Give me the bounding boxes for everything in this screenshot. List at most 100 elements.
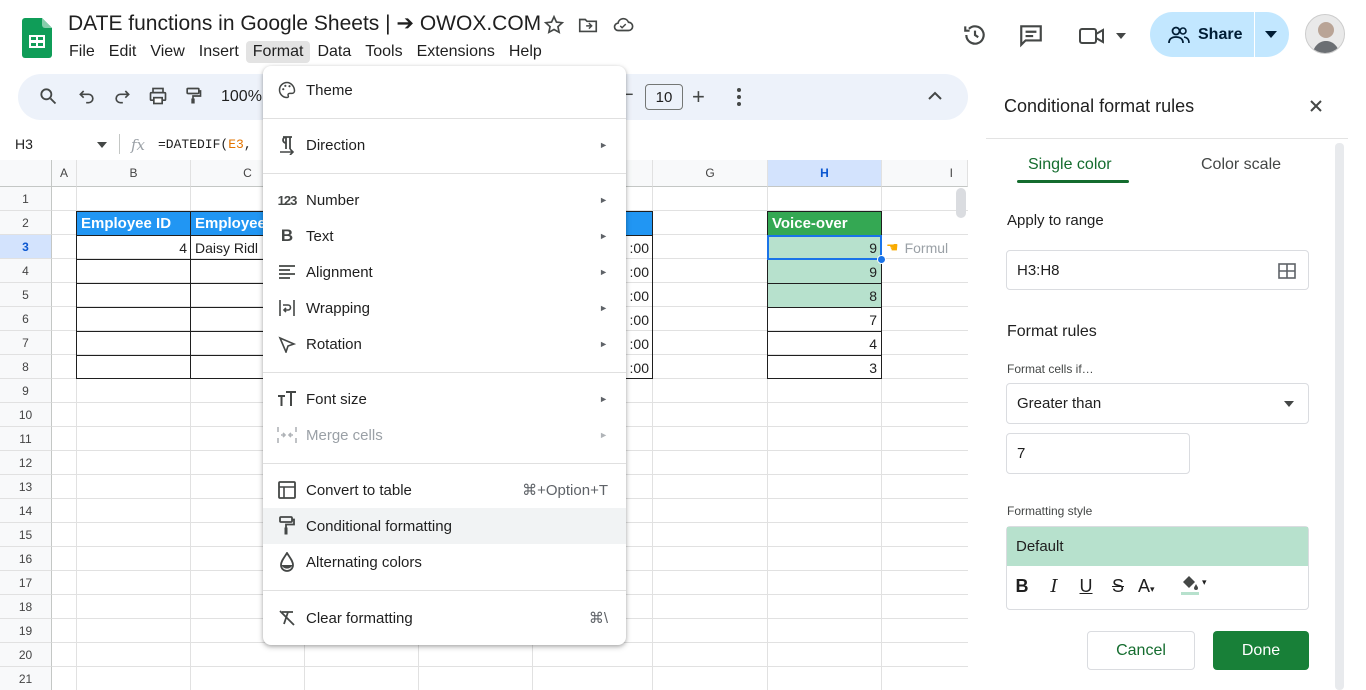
menu-item-font-size[interactable]: Font size ► <box>263 381 626 417</box>
panel-scrollbar[interactable] <box>1335 143 1344 690</box>
row-header[interactable]: 13 <box>0 475 52 499</box>
cell-h2[interactable]: Voice-over <box>767 211 882 236</box>
cell-b3[interactable]: 4 <box>76 236 191 259</box>
star-icon[interactable] <box>543 14 565 36</box>
fill-color-icon[interactable]: ▾ <box>1180 573 1216 600</box>
share-dropdown-icon[interactable] <box>1265 31 1277 38</box>
menu-item-number[interactable]: 123 Number ► <box>263 182 626 218</box>
active-cell-h3[interactable] <box>767 235 882 260</box>
formula-suggestion-hint[interactable]: ☚ Formul <box>886 239 948 256</box>
row-header[interactable]: 14 <box>0 499 52 523</box>
increase-font-size-button[interactable]: + <box>692 84 705 110</box>
bold-icon[interactable]: B <box>1010 576 1034 597</box>
row-header[interactable]: 16 <box>0 547 52 571</box>
menu-item-rotation[interactable]: Rotation ► <box>263 326 626 362</box>
cancel-button[interactable]: Cancel <box>1087 631 1195 670</box>
column-header-i[interactable]: I <box>882 160 968 187</box>
row-header[interactable]: 3 <box>0 235 52 259</box>
cell-b2[interactable]: Employee ID <box>76 211 191 236</box>
menu-item-clear-formatting[interactable]: Clear formatting ⌘\ <box>263 600 626 636</box>
fill-handle[interactable] <box>877 255 886 264</box>
menu-help[interactable]: Help <box>502 41 549 63</box>
search-menus-icon[interactable] <box>38 86 58 106</box>
row-header[interactable]: 6 <box>0 307 52 331</box>
cell-h-value[interactable]: 4 <box>768 332 881 355</box>
row-header[interactable]: 8 <box>0 355 52 379</box>
grid-scrollbar[interactable] <box>956 188 966 218</box>
font-size-input[interactable]: 10 <box>645 84 683 110</box>
meet-button[interactable] <box>1078 24 1126 48</box>
column-header-g[interactable]: G <box>653 160 768 187</box>
cell-h-value[interactable]: 8 <box>768 284 881 307</box>
cell-h-value[interactable]: 9 <box>768 260 881 283</box>
cell-e2-partial[interactable] <box>626 211 653 236</box>
range-input[interactable]: H3:H8 <box>1006 250 1309 290</box>
avatar[interactable] <box>1305 14 1345 54</box>
row-header[interactable]: 18 <box>0 595 52 619</box>
select-range-icon[interactable] <box>1278 263 1296 279</box>
text-color-icon[interactable]: A▾ <box>1138 576 1172 597</box>
tab-color-scale[interactable]: Color scale <box>1201 156 1281 174</box>
menu-item-merge-cells[interactable]: Merge cells ► <box>263 417 626 453</box>
menu-item-theme[interactable]: Theme <box>263 72 626 108</box>
name-box[interactable]: H3 <box>15 136 33 152</box>
menu-item-direction[interactable]: Direction ► <box>263 127 626 163</box>
sheets-logo-icon[interactable] <box>22 18 52 58</box>
column-header-h[interactable]: H <box>768 160 882 187</box>
row-header[interactable]: 10 <box>0 403 52 427</box>
row-header[interactable]: 4 <box>0 259 52 283</box>
italic-icon[interactable]: I <box>1042 576 1066 597</box>
menu-extensions[interactable]: Extensions <box>410 41 502 63</box>
value-input[interactable]: 7 <box>1006 433 1190 474</box>
menu-item-conditional-formatting[interactable]: Conditional formatting <box>263 508 626 544</box>
formula-input[interactable]: =DATEDIF(E3, <box>158 137 252 152</box>
menu-item-alternating-colors[interactable]: Alternating colors <box>263 544 626 580</box>
row-header[interactable]: 9 <box>0 379 52 403</box>
undo-icon[interactable] <box>77 86 97 106</box>
column-header-b[interactable]: B <box>77 160 191 187</box>
row-header[interactable]: 7 <box>0 331 52 355</box>
column-header-a[interactable]: A <box>52 160 77 187</box>
cloud-status-icon[interactable] <box>611 14 635 36</box>
row-header[interactable]: 5 <box>0 283 52 307</box>
row-header[interactable]: 11 <box>0 427 52 451</box>
menu-item-convert-to-table[interactable]: Convert to table ⌘+Option+T <box>263 472 626 508</box>
row-header[interactable]: 20 <box>0 643 52 667</box>
menu-item-wrapping[interactable]: Wrapping ► <box>263 290 626 326</box>
strikethrough-icon[interactable]: S <box>1106 576 1130 597</box>
version-history-icon[interactable] <box>962 22 988 48</box>
row-header[interactable]: 1 <box>0 187 52 211</box>
menu-data[interactable]: Data <box>310 41 358 63</box>
cell-c3[interactable]: Daisy Ridl <box>191 236 264 259</box>
menu-format[interactable]: Format <box>245 41 311 63</box>
move-folder-icon[interactable] <box>577 14 599 36</box>
row-header[interactable]: 21 <box>0 667 52 690</box>
row-header[interactable]: 17 <box>0 571 52 595</box>
comments-icon[interactable] <box>1018 22 1044 48</box>
select-all-corner[interactable] <box>0 160 52 187</box>
underline-icon[interactable]: U <box>1074 576 1098 597</box>
menu-insert[interactable]: Insert <box>192 41 246 63</box>
document-title[interactable]: DATE functions in Google Sheets | ➔ OWOX… <box>68 11 541 36</box>
condition-select[interactable]: Greater than <box>1006 383 1309 424</box>
share-button[interactable]: Share <box>1150 12 1289 57</box>
menu-item-text[interactable]: B Text ► <box>263 218 626 254</box>
print-icon[interactable] <box>148 86 168 106</box>
menu-tools[interactable]: Tools <box>358 41 409 63</box>
cell-c2[interactable]: Employee <box>190 211 264 236</box>
redo-icon[interactable] <box>112 86 132 106</box>
close-icon[interactable] <box>1308 98 1324 114</box>
more-options-icon[interactable] <box>736 87 742 107</box>
done-button[interactable]: Done <box>1213 631 1309 670</box>
row-header[interactable]: 19 <box>0 619 52 643</box>
cell-h-value[interactable]: 3 <box>768 356 881 379</box>
paint-format-icon[interactable] <box>183 86 203 106</box>
name-box-dropdown-icon[interactable] <box>97 142 107 148</box>
row-header[interactable]: 2 <box>0 211 52 235</box>
menu-edit[interactable]: Edit <box>102 41 144 63</box>
row-header[interactable]: 15 <box>0 523 52 547</box>
menu-item-alignment[interactable]: Alignment ► <box>263 254 626 290</box>
menu-view[interactable]: View <box>143 41 191 63</box>
menu-file[interactable]: File <box>62 41 102 63</box>
cell-h-value[interactable]: 7 <box>768 308 881 331</box>
